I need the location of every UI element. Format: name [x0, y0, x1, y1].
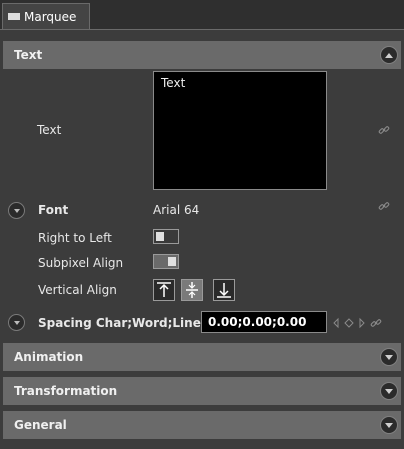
minimize-icon — [8, 13, 20, 20]
spacing-label: Spacing Char;Word;Line — [38, 316, 201, 330]
subpixel-label: Subpixel Align — [38, 256, 124, 270]
spacing-input[interactable]: 0.00;0.00;0.00 — [201, 311, 327, 333]
link-icon[interactable] — [378, 124, 390, 136]
font-label: Font — [38, 203, 69, 217]
section-title: General — [14, 418, 67, 432]
text-input[interactable]: Text — [153, 71, 327, 190]
link-icon[interactable] — [378, 200, 390, 212]
section-header-text[interactable]: Text — [3, 41, 401, 69]
valign-label: Vertical Align — [38, 283, 117, 297]
section-header-transformation[interactable]: Transformation — [3, 377, 401, 405]
toggle-knob — [156, 232, 164, 241]
section-title: Animation — [14, 350, 84, 364]
align-center-icon — [186, 282, 198, 298]
valign-top-button[interactable] — [153, 279, 175, 301]
section-header-animation[interactable]: Animation — [3, 343, 401, 371]
chevron-down-icon — [385, 422, 393, 428]
link-icon[interactable] — [370, 317, 382, 329]
expand-button[interactable] — [380, 348, 398, 366]
collapse-button[interactable] — [380, 46, 398, 64]
align-top-icon — [157, 282, 171, 297]
font-value[interactable]: Arial 64 — [153, 203, 199, 217]
chevron-up-icon — [385, 52, 393, 58]
chevron-down-icon — [385, 354, 393, 360]
previous-keyframe-icon[interactable] — [331, 317, 341, 329]
tab-marquee[interactable]: Marquee — [2, 3, 90, 29]
section-header-general[interactable]: General — [3, 411, 401, 439]
chevron-down-icon — [385, 388, 393, 394]
rtl-toggle[interactable] — [153, 229, 179, 244]
tab-label: Marquee — [24, 9, 77, 24]
text-label: Text — [37, 123, 62, 137]
spacing-expand-button[interactable] — [8, 314, 25, 331]
keyframe-controls — [331, 317, 382, 329]
tab-bar: Marquee — [0, 0, 404, 30]
align-bottom-icon — [217, 283, 231, 298]
section-title: Text — [14, 48, 43, 62]
expand-button[interactable] — [380, 382, 398, 400]
rtl-label: Right to Left — [38, 231, 112, 245]
add-keyframe-icon[interactable] — [344, 317, 354, 329]
expand-button[interactable] — [380, 416, 398, 434]
subpixel-toggle[interactable] — [153, 254, 179, 269]
valign-bottom-button[interactable] — [213, 279, 235, 301]
section-title: Transformation — [14, 384, 118, 398]
chevron-down-icon — [13, 208, 20, 213]
valign-center-button[interactable] — [181, 279, 203, 301]
chevron-down-icon — [13, 320, 20, 325]
toggle-knob — [168, 257, 176, 266]
font-expand-button[interactable] — [8, 202, 25, 219]
next-keyframe-icon[interactable] — [357, 317, 367, 329]
